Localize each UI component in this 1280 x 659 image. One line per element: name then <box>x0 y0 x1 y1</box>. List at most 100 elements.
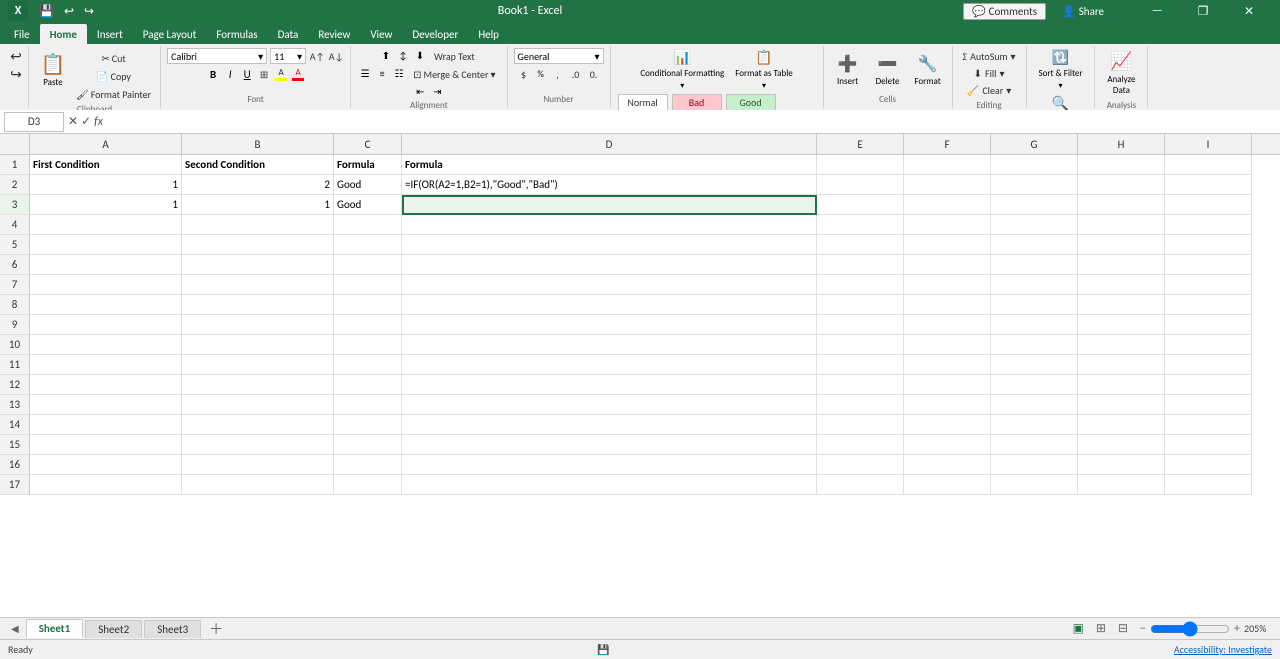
cell-d11[interactable] <box>402 355 817 375</box>
cell-b1[interactable]: Second Condition <box>182 155 334 175</box>
row-num-7[interactable]: 7 <box>0 275 30 295</box>
quick-access-redo[interactable]: ↪ <box>81 3 97 20</box>
view-pagebreak-button[interactable]: ⊟ <box>1118 621 1128 636</box>
align-right-button[interactable]: ☷ <box>391 66 407 80</box>
cell-h10[interactable] <box>1078 335 1165 355</box>
cell-a15[interactable] <box>30 435 182 455</box>
percent-button[interactable]: % <box>534 67 548 81</box>
row-num-2[interactable]: 2 <box>0 175 30 195</box>
border-button[interactable]: ⊞ <box>256 66 272 82</box>
cell-b8[interactable] <box>182 295 334 315</box>
decrease-decimal-button[interactable]: 0. <box>586 66 602 82</box>
style-normal[interactable]: Normal <box>618 94 668 111</box>
style-good[interactable]: Good <box>726 94 776 111</box>
row-num-10[interactable]: 10 <box>0 335 30 355</box>
tab-insert[interactable]: Insert <box>87 24 133 44</box>
cell-b12[interactable] <box>182 375 334 395</box>
cell-c8[interactable] <box>334 295 402 315</box>
align-center-button[interactable]: ≡ <box>374 66 390 80</box>
format-button[interactable]: 🔧 Format <box>910 48 946 92</box>
cell-g4[interactable] <box>991 215 1078 235</box>
row-num-16[interactable]: 16 <box>0 455 30 475</box>
cell-d5[interactable] <box>402 235 817 255</box>
formula-confirm-icon[interactable]: ✓ <box>81 114 91 129</box>
col-header-g[interactable]: G <box>991 134 1078 154</box>
cell-i9[interactable] <box>1165 315 1252 335</box>
col-header-c[interactable]: C <box>334 134 402 154</box>
cell-b9[interactable] <box>182 315 334 335</box>
cell-a1[interactable]: First Condition <box>30 155 182 175</box>
underline-button[interactable]: U <box>239 66 255 82</box>
cell-a17[interactable] <box>30 475 182 495</box>
cell-g6[interactable] <box>991 255 1078 275</box>
cell-h16[interactable] <box>1078 455 1165 475</box>
cell-d10[interactable] <box>402 335 817 355</box>
cell-a10[interactable] <box>30 335 182 355</box>
cell-g17[interactable] <box>991 475 1078 495</box>
close-button[interactable]: ✕ <box>1226 0 1272 22</box>
merge-center-button[interactable]: ⊡ Merge & Center ▾ <box>408 66 500 82</box>
cell-g1[interactable] <box>991 155 1078 175</box>
sheet-tab-sheet2[interactable]: Sheet2 <box>85 620 142 638</box>
cell-f10[interactable] <box>904 335 991 355</box>
cell-f5[interactable] <box>904 235 991 255</box>
cell-e9[interactable] <box>817 315 904 335</box>
row-num-9[interactable]: 9 <box>0 315 30 335</box>
cell-d12[interactable] <box>402 375 817 395</box>
cell-b10[interactable] <box>182 335 334 355</box>
row-num-3[interactable]: 3 <box>0 195 30 215</box>
cell-f15[interactable] <box>904 435 991 455</box>
maximize-button[interactable]: ❐ <box>1180 0 1226 22</box>
cell-i13[interactable] <box>1165 395 1252 415</box>
cell-c5[interactable] <box>334 235 402 255</box>
row-num-5[interactable]: 5 <box>0 235 30 255</box>
cell-e7[interactable] <box>817 275 904 295</box>
increase-decimal-button[interactable]: .0 <box>568 66 584 82</box>
insert-button[interactable]: ➕ Insert <box>830 48 866 92</box>
cell-d17[interactable] <box>402 475 817 495</box>
cell-i1[interactable] <box>1165 155 1252 175</box>
accounting-format-button[interactable]: $ <box>516 66 532 82</box>
cell-i17[interactable] <box>1165 475 1252 495</box>
cell-c10[interactable] <box>334 335 402 355</box>
align-bottom-button[interactable]: ⬇ <box>412 48 428 62</box>
cell-d8[interactable] <box>402 295 817 315</box>
row-num-15[interactable]: 15 <box>0 435 30 455</box>
cell-h8[interactable] <box>1078 295 1165 315</box>
cell-e5[interactable] <box>817 235 904 255</box>
sheet-tab-sheet3[interactable]: Sheet3 <box>144 620 201 638</box>
grid-wrapper[interactable]: A B C D E F G H I 1 First Condition Seco… <box>0 134 1280 617</box>
cell-e16[interactable] <box>817 455 904 475</box>
cell-e12[interactable] <box>817 375 904 395</box>
undo-button[interactable]: ↩ <box>8 48 24 64</box>
clear-button[interactable]: 🧹 Clear ▾ <box>963 82 1015 98</box>
cell-i10[interactable] <box>1165 335 1252 355</box>
cell-e1[interactable] <box>817 155 904 175</box>
decrease-indent-button[interactable]: ⇤ <box>412 84 428 98</box>
copy-button[interactable]: 📄 Copy <box>73 68 154 84</box>
cell-a14[interactable] <box>30 415 182 435</box>
zoom-out-button[interactable]: − <box>1140 622 1146 636</box>
cell-b3[interactable]: 1 <box>182 195 334 215</box>
cell-g15[interactable] <box>991 435 1078 455</box>
cell-e6[interactable] <box>817 255 904 275</box>
cell-g5[interactable] <box>991 235 1078 255</box>
tab-developer[interactable]: Developer <box>402 24 468 44</box>
cell-c7[interactable] <box>334 275 402 295</box>
cell-a6[interactable] <box>30 255 182 275</box>
cell-e11[interactable] <box>817 355 904 375</box>
cell-i16[interactable] <box>1165 455 1252 475</box>
font-name-selector[interactable]: Calibri ▾ <box>167 48 267 64</box>
row-num-13[interactable]: 13 <box>0 395 30 415</box>
cell-i4[interactable] <box>1165 215 1252 235</box>
cell-reference-box[interactable]: D3 <box>4 112 64 132</box>
cell-d3[interactable] <box>402 195 817 215</box>
cell-h2[interactable] <box>1078 175 1165 195</box>
cell-e3[interactable] <box>817 195 904 215</box>
sheet-tab-sheet1[interactable]: Sheet1 <box>26 619 84 638</box>
cell-c9[interactable] <box>334 315 402 335</box>
cell-e17[interactable] <box>817 475 904 495</box>
cell-c14[interactable] <box>334 415 402 435</box>
formula-input[interactable] <box>107 112 1276 132</box>
cell-b2[interactable]: 2 <box>182 175 334 195</box>
